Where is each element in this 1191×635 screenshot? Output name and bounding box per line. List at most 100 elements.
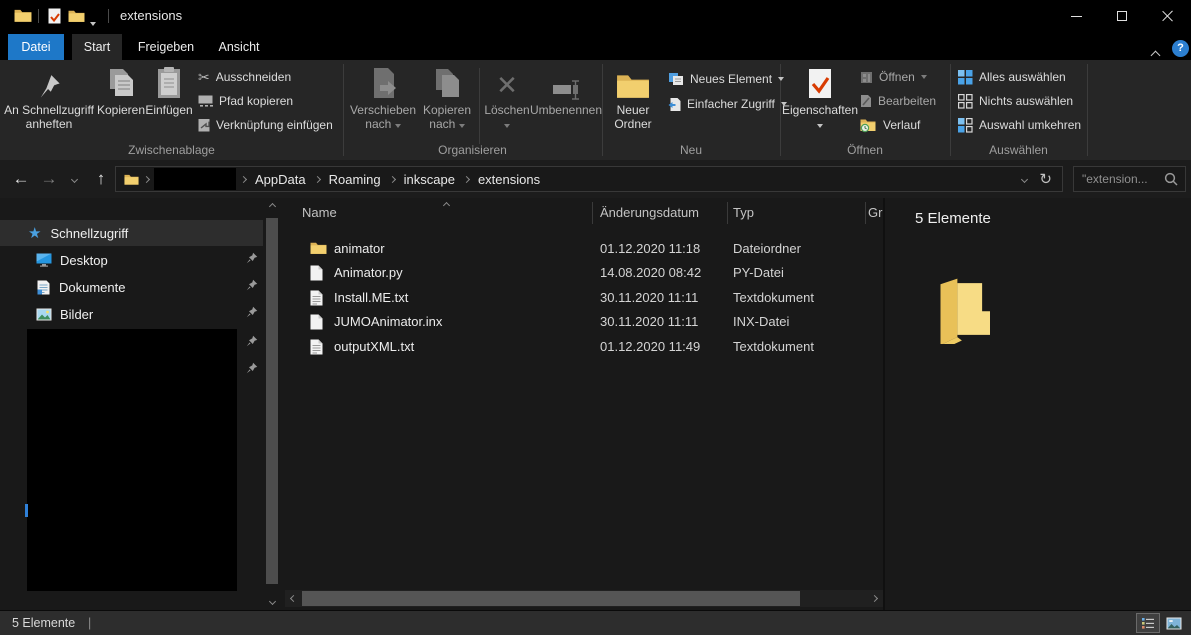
help-button[interactable]: ?: [1172, 40, 1189, 57]
close-button[interactable]: [1145, 0, 1191, 32]
open-button[interactable]: Öffnen: [860, 66, 927, 88]
edit-button[interactable]: Bearbeiten: [860, 90, 936, 112]
copy-path-button[interactable]: Pfad kopieren: [198, 90, 293, 112]
sidebar-item-desktop[interactable]: Desktop: [0, 247, 263, 273]
mini-separator: [479, 68, 480, 144]
open-icon: [860, 71, 873, 84]
crumb-inkscape[interactable]: inkscape: [400, 172, 459, 187]
titlebar-separator: [38, 9, 39, 23]
delete-button[interactable]: ✕ Löschen: [484, 62, 530, 138]
details-view-icon: [1142, 617, 1154, 629]
refresh-icon[interactable]: ↻: [1039, 170, 1052, 188]
cut-button[interactable]: ✂ Ausschneiden: [198, 66, 291, 88]
select-none-button[interactable]: Nichts auswählen: [958, 90, 1073, 112]
address-dropdown-button[interactable]: [1021, 175, 1028, 182]
copy-button[interactable]: Kopieren: [98, 62, 144, 138]
thumbnail-view-button[interactable]: [1162, 613, 1186, 633]
history-button[interactable]: Verlauf: [860, 114, 920, 136]
rename-button[interactable]: Umbenennen: [530, 62, 602, 138]
move-to-button[interactable]: Verschiebennach: [348, 62, 418, 138]
sidebar-item-documents[interactable]: Dokumente: [0, 274, 263, 300]
scroll-right-arrow[interactable]: [866, 590, 883, 607]
file-row-jumoanimator[interactable]: JUMOAnimator.inx30.11.2020 11:11INX-Date…: [285, 310, 883, 334]
pin-icon[interactable]: [246, 335, 258, 347]
forward-button[interactable]: →: [36, 164, 62, 194]
qat-properties-button[interactable]: [48, 8, 61, 24]
sidebar-scrollbar-thumb[interactable]: [266, 218, 278, 584]
new-item-button[interactable]: Neues Element: [668, 68, 784, 90]
crumb-appdata[interactable]: AppData: [251, 172, 310, 187]
group-label-select: Auswählen: [950, 142, 1087, 158]
selection-accent-mark: [25, 504, 28, 517]
file-icon: [310, 314, 323, 330]
pushpin-icon: [37, 62, 61, 100]
pin-to-quick-access-button[interactable]: An Schnellzugriffanheften: [2, 62, 96, 138]
column-divider[interactable]: [592, 202, 593, 224]
sidebar-item-pictures[interactable]: Bilder: [0, 301, 263, 327]
recent-locations-dropdown[interactable]: [64, 164, 84, 194]
column-header-date[interactable]: Änderungsdatum: [600, 198, 699, 228]
maximize-icon: [1117, 11, 1127, 21]
text-file-icon: [310, 290, 323, 306]
explorer-app-icon: [14, 8, 32, 23]
horizontal-scrollbar-thumb[interactable]: [302, 591, 800, 606]
crumb-extensions[interactable]: extensions: [474, 172, 544, 187]
file-row-install-me[interactable]: Install.ME.txt30.11.2020 11:11Textdokume…: [285, 286, 883, 310]
sidebar-scrollbar[interactable]: [264, 198, 281, 610]
scroll-left-arrow[interactable]: [285, 590, 302, 607]
new-item-icon: [668, 72, 684, 86]
column-header-type[interactable]: Typ: [733, 198, 754, 228]
pin-icon[interactable]: [246, 362, 258, 374]
forward-arrow-icon: →: [41, 169, 58, 189]
file-row-animator[interactable]: animator01.12.2020 11:18Dateiordner: [285, 237, 883, 261]
tab-start[interactable]: Start: [72, 34, 122, 60]
maximize-button[interactable]: [1099, 0, 1145, 32]
back-button[interactable]: ←: [8, 164, 34, 194]
pin-icon[interactable]: [246, 252, 258, 264]
crumb-roaming[interactable]: Roaming: [325, 172, 385, 187]
tab-ansicht[interactable]: Ansicht: [208, 34, 270, 60]
scroll-up-arrow[interactable]: [264, 198, 281, 215]
history-icon: [860, 118, 877, 133]
qat-customize-dropdown[interactable]: [90, 13, 96, 31]
pin-icon[interactable]: [246, 279, 258, 291]
scroll-down-arrow[interactable]: [264, 593, 281, 610]
paste-shortcut-button[interactable]: Verknüpfung einfügen: [198, 114, 333, 136]
file-row-outputxml[interactable]: outputXML.txt01.12.2020 11:49Textdokumen…: [285, 335, 883, 359]
paste-button[interactable]: Einfügen: [145, 62, 193, 138]
copy-path-icon: [198, 95, 213, 107]
properties-button[interactable]: Eigenschaften: [788, 62, 852, 138]
ribbon-group-separator: [1087, 64, 1088, 156]
breadcrumb[interactable]: AppData Roaming inkscape extensions ↻: [115, 166, 1063, 192]
details-view-button[interactable]: [1136, 613, 1160, 633]
column-divider[interactable]: [865, 202, 866, 224]
new-folder-icon: [616, 62, 650, 100]
crumb-chevron: [143, 175, 150, 182]
file-row-animator-py[interactable]: Animator.py14.08.2020 08:42PY-Datei: [285, 261, 883, 285]
column-header-name[interactable]: Name: [302, 198, 337, 228]
invert-selection-button[interactable]: Auswahl umkehren: [958, 114, 1081, 136]
explorer-window: extensions Datei Start Freigeben Ansicht…: [0, 0, 1191, 635]
easy-access-button[interactable]: Einfacher Zugriff: [668, 93, 787, 115]
file-list: Name Änderungsdatum Typ Größe animator01…: [285, 198, 883, 610]
tab-datei[interactable]: Datei: [8, 34, 64, 60]
delete-x-icon: ✕: [496, 62, 518, 100]
horizontal-scrollbar[interactable]: [285, 590, 883, 607]
edit-icon: [860, 94, 872, 108]
search-input[interactable]: [1074, 172, 1164, 186]
up-button[interactable]: ↑: [88, 164, 114, 194]
new-folder-button[interactable]: NeuerOrdner: [606, 62, 660, 138]
minimize-button[interactable]: [1053, 0, 1099, 32]
qat-new-folder-button[interactable]: [68, 9, 85, 23]
sidebar-item-quick-access[interactable]: ★ Schnellzugriff: [0, 220, 263, 246]
tab-freigeben[interactable]: Freigeben: [130, 34, 202, 60]
pin-icon[interactable]: [246, 306, 258, 318]
group-label-organize: Organisieren: [343, 142, 602, 158]
copy-to-button[interactable]: Kopierennach: [420, 62, 474, 138]
search-box[interactable]: [1073, 166, 1186, 192]
column-divider[interactable]: [727, 202, 728, 224]
column-header-size[interactable]: Größe: [868, 198, 883, 228]
rename-icon: [549, 62, 583, 100]
select-none-icon: [958, 94, 973, 109]
select-all-button[interactable]: Alles auswählen: [958, 66, 1066, 88]
